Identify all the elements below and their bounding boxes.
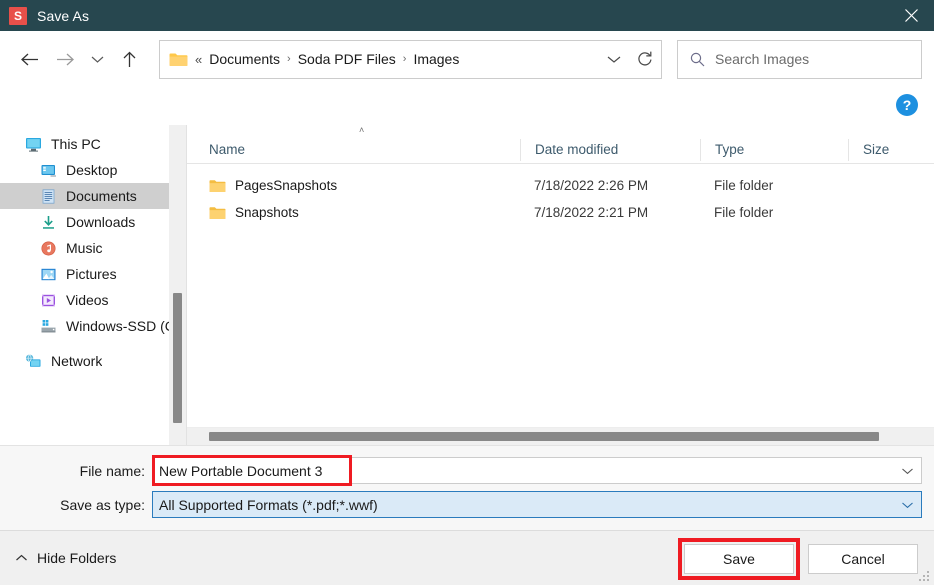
column-header-type[interactable]: Type xyxy=(700,138,848,161)
sidebar-item-videos[interactable]: Videos xyxy=(0,287,186,313)
chevron-down-icon[interactable] xyxy=(893,492,921,517)
save-as-type-label: Save as type: xyxy=(60,496,145,513)
sidebar-item-label: Desktop xyxy=(66,162,118,178)
search-input[interactable]: Search Images xyxy=(715,51,809,67)
file-date-cell: 7/18/2022 2:21 PM xyxy=(534,205,649,220)
file-name-input[interactable]: New Portable Document 3 xyxy=(153,463,322,479)
search-icon xyxy=(690,52,705,67)
breadcrumb-separator-icon: › xyxy=(402,53,407,65)
breadcrumb-item-images[interactable]: Images xyxy=(410,49,462,69)
sort-ascending-icon[interactable]: ˄ xyxy=(359,126,364,135)
sidebar-item-label: Pictures xyxy=(66,266,117,282)
monitor-icon xyxy=(25,136,42,153)
sidebar-item-pictures[interactable]: Pictures xyxy=(0,261,186,287)
file-rows: PagesSnapshots 7/18/2022 2:26 PM File fo… xyxy=(187,164,934,427)
file-name-text: Snapshots xyxy=(235,205,299,220)
save-as-type-value[interactable]: All Supported Formats (*.pdf;*.wwf) xyxy=(153,497,378,513)
navigation-sidebar: This PC Desktop Documents Downloads Musi… xyxy=(0,125,186,445)
breadcrumb: « Documents › Soda PDF Files › Images xyxy=(195,49,599,69)
sidebar-item-label: Downloads xyxy=(66,214,136,230)
file-name-text: PagesSnapshots xyxy=(235,178,338,193)
downloads-icon xyxy=(40,214,57,231)
dialog-footer: Hide Folders Save Cancel xyxy=(0,530,934,585)
file-name-label: File name: xyxy=(79,462,145,479)
navigation-bar: « Documents › Soda PDF Files › Images Se… xyxy=(0,31,934,87)
cancel-button[interactable]: Cancel xyxy=(808,544,918,574)
file-name-row: File name: New Portable Document 3 xyxy=(0,455,922,486)
chevron-down-icon[interactable] xyxy=(893,458,921,483)
sidebar-item-label: Videos xyxy=(66,292,109,308)
resize-grip-icon[interactable] xyxy=(919,571,931,583)
window-title: Save As xyxy=(37,7,90,24)
sidebar-item-label: Windows-SSD (C xyxy=(66,318,175,334)
help-row: ? xyxy=(0,87,934,125)
desktop-icon xyxy=(40,162,57,179)
sidebar-item-label: Documents xyxy=(66,188,137,204)
folder-icon xyxy=(209,206,226,220)
file-name-cell: PagesSnapshots xyxy=(187,178,520,193)
close-icon[interactable] xyxy=(888,0,934,31)
address-chevron-down-icon[interactable] xyxy=(599,41,629,78)
folder-icon xyxy=(209,179,226,193)
hide-folders-label: Hide Folders xyxy=(37,550,117,566)
sidebar-scrollbar-track[interactable] xyxy=(169,125,186,445)
pictures-icon xyxy=(40,266,57,283)
save-as-type-row: Save as type: All Supported Formats (*.p… xyxy=(0,491,922,518)
title-bar: S Save As xyxy=(0,0,934,31)
forward-icon[interactable] xyxy=(47,42,83,76)
sidebar-item-downloads[interactable]: Downloads xyxy=(0,209,186,235)
sidebar-item-windows-ssd[interactable]: Windows-SSD (C xyxy=(0,313,186,339)
recent-locations-chevron-down-icon[interactable] xyxy=(83,42,111,76)
videos-icon xyxy=(40,292,57,309)
column-header-size[interactable]: Size xyxy=(848,138,908,161)
file-list-pane: ˄ Name Date modified Type Size PagesSnap… xyxy=(187,125,934,445)
sidebar-item-label: This PC xyxy=(51,136,101,152)
network-icon xyxy=(25,353,42,370)
file-type-cell: File folder xyxy=(714,205,774,220)
folder-icon xyxy=(169,52,188,67)
save-as-type-field[interactable]: All Supported Formats (*.pdf;*.wwf) xyxy=(152,491,922,518)
breadcrumb-item-soda-pdf-files[interactable]: Soda PDF Files xyxy=(295,49,399,69)
sidebar-item-documents[interactable]: Documents xyxy=(0,183,186,209)
save-as-dialog: S Save As « Documents › Soda PDF Files ›… xyxy=(0,0,934,585)
breadcrumb-separator-icon: › xyxy=(287,53,291,65)
sidebar-scrollbar-thumb[interactable] xyxy=(173,293,182,423)
up-icon[interactable] xyxy=(111,42,147,76)
sidebar-item-label: Network xyxy=(51,353,103,369)
sidebar-item-network[interactable]: Network xyxy=(0,348,186,374)
sidebar-item-music[interactable]: Music xyxy=(0,235,186,261)
horizontal-scrollbar-track[interactable] xyxy=(187,427,934,445)
file-name-cell: Snapshots xyxy=(187,205,520,220)
file-date-cell: 7/18/2022 2:26 PM xyxy=(534,178,649,193)
sort-strip: ˄ xyxy=(187,125,934,136)
music-icon xyxy=(40,240,57,257)
save-form: File name: New Portable Document 3 Save … xyxy=(0,445,934,530)
breadcrumb-overflow-icon[interactable]: « xyxy=(195,52,202,67)
table-row[interactable]: Snapshots 7/18/2022 2:21 PM File folder xyxy=(187,199,934,226)
file-name-field[interactable]: New Portable Document 3 xyxy=(152,457,922,484)
breadcrumb-item-documents[interactable]: Documents xyxy=(206,49,283,69)
address-bar[interactable]: « Documents › Soda PDF Files › Images xyxy=(159,39,662,79)
file-type-cell: File folder xyxy=(714,178,774,193)
sidebar-item-desktop[interactable]: Desktop xyxy=(0,157,186,183)
drive-icon xyxy=(40,318,57,335)
soda-pdf-app-icon: S xyxy=(9,6,27,25)
sidebar-item-label: Music xyxy=(66,240,103,256)
search-box[interactable]: Search Images xyxy=(677,39,922,79)
help-icon[interactable]: ? xyxy=(896,94,918,116)
dialog-body: This PC Desktop Documents Downloads Musi… xyxy=(0,125,934,445)
sidebar-item-this-pc[interactable]: This PC xyxy=(0,131,186,157)
horizontal-scrollbar-thumb[interactable] xyxy=(209,432,879,441)
save-button[interactable]: Save xyxy=(684,544,794,574)
refresh-icon[interactable] xyxy=(629,41,661,78)
table-row[interactable]: PagesSnapshots 7/18/2022 2:26 PM File fo… xyxy=(187,172,934,199)
column-headers: Name Date modified Type Size xyxy=(187,136,934,164)
column-header-name[interactable]: Name xyxy=(187,139,520,161)
back-icon[interactable] xyxy=(11,42,47,76)
documents-icon xyxy=(40,188,57,205)
hide-folders-button[interactable]: Hide Folders xyxy=(15,550,116,566)
chevron-up-icon xyxy=(15,554,28,562)
column-header-date-modified[interactable]: Date modified xyxy=(520,138,700,161)
